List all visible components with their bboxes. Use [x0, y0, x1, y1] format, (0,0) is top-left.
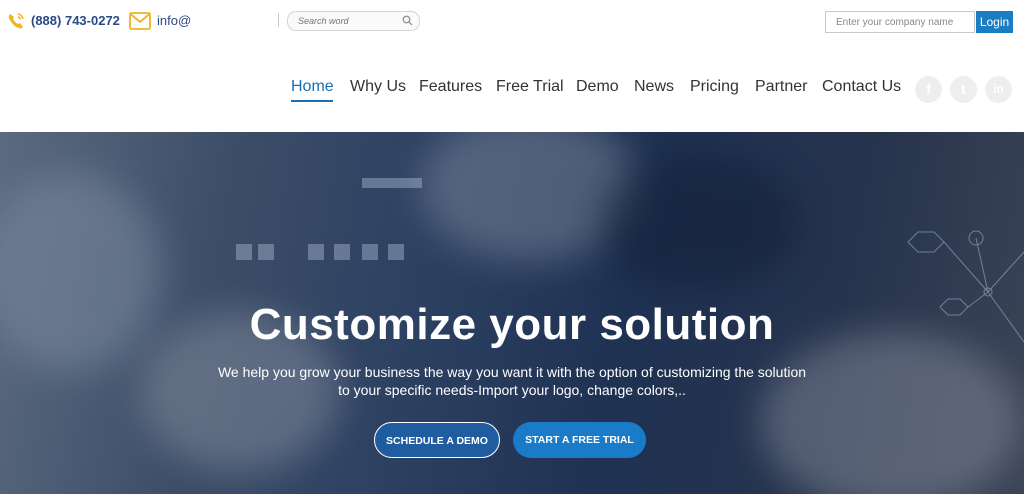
nav-news[interactable]: News — [634, 78, 674, 96]
nav-active-indicator — [291, 100, 333, 102]
nav-pricing[interactable]: Pricing — [690, 78, 739, 96]
twitter-icon[interactable]: t — [950, 76, 977, 103]
search-icon[interactable] — [402, 15, 413, 26]
nav-features[interactable]: Features — [419, 78, 482, 96]
hero-subtitle-line1: We help you grow your business the way y… — [217, 364, 807, 380]
divider — [278, 13, 279, 27]
phone-number[interactable]: (888) 743-0272 — [31, 13, 120, 28]
schedule-demo-button[interactable]: SCHEDULE A DEMO — [374, 422, 500, 458]
hero-subtitle-line2: to your specific needs-Import your logo,… — [338, 382, 686, 398]
phone-icon — [8, 13, 24, 29]
hero-banner: Customize your solution We help you grow… — [0, 132, 1024, 494]
nav-free-trial[interactable]: Free Trial — [496, 78, 564, 96]
nav-contact-us[interactable]: Contact Us — [822, 78, 901, 96]
start-free-trial-button[interactable]: START A FREE TRIAL — [513, 422, 646, 458]
linkedin-icon[interactable]: in — [985, 76, 1012, 103]
top-bar: (888) 743-0272 info@ Login — [0, 0, 1024, 43]
main-nav: Home Why Us Features Free Trial Demo New… — [0, 42, 1024, 132]
search-input[interactable] — [298, 14, 398, 28]
login-button[interactable]: Login — [976, 11, 1013, 33]
mail-icon — [129, 12, 151, 30]
nav-why-us[interactable]: Why Us — [350, 78, 406, 96]
search-box — [287, 11, 420, 31]
hero-title: Customize your solution — [249, 300, 775, 349]
nav-partner[interactable]: Partner — [755, 78, 807, 96]
email-link[interactable]: info@ — [157, 13, 191, 28]
facebook-icon[interactable]: f — [915, 76, 942, 103]
nav-demo[interactable]: Demo — [576, 78, 619, 96]
nav-home[interactable]: Home — [291, 78, 334, 96]
company-name-input[interactable] — [825, 11, 975, 33]
